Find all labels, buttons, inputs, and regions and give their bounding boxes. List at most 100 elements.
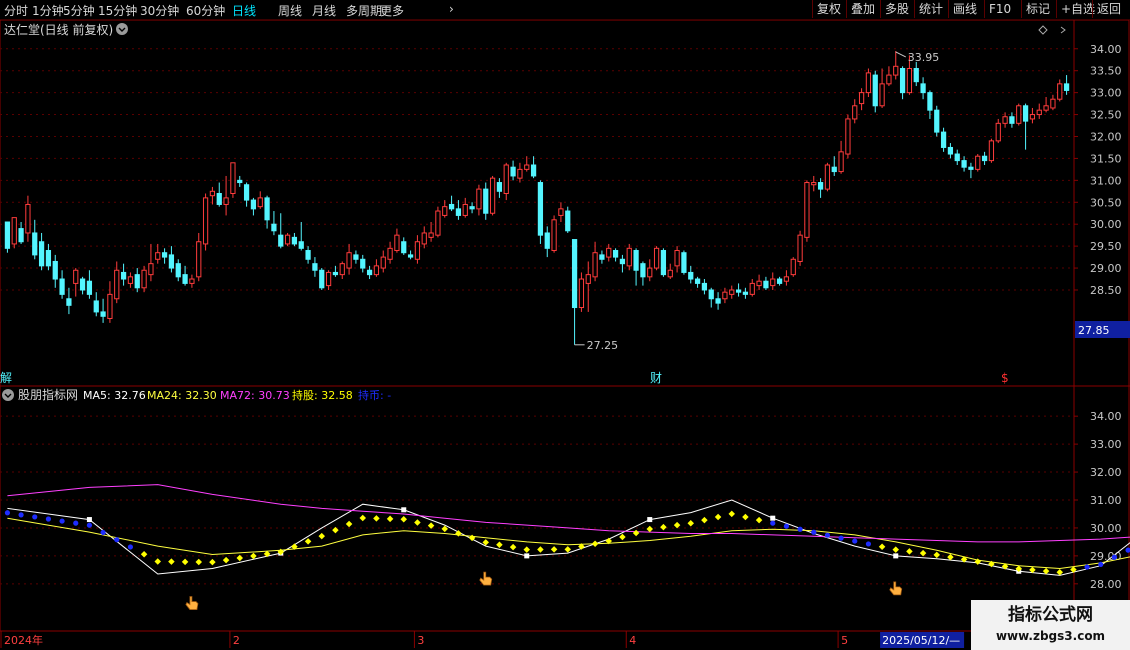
toolbar-tab-4[interactable]: 30分钟 [140,2,179,19]
toolbar-tab-6[interactable]: 日线 [232,2,256,19]
candle [134,274,140,289]
candle [524,164,530,170]
candle [312,263,318,271]
candle [387,247,393,260]
ind-y-tick-label: 32.00 [1090,466,1122,479]
series-line-ma72 [7,484,1130,543]
candle [223,197,229,205]
coin-dot [127,544,134,550]
coin-dot [4,510,11,516]
candle [906,68,913,94]
toolbar-button-3[interactable]: 统计 [914,0,947,18]
coin-dot [852,538,858,544]
candle [592,252,598,278]
ind-y-tick-label: 34.00 [1090,410,1122,423]
hand-shape [479,571,493,586]
toolbar-tab-5[interactable]: 60分钟 [186,2,225,19]
candle [947,146,954,155]
candle [401,241,407,254]
candle [763,280,769,289]
toolbar: 分时 1分钟 5分钟 15分钟 30分钟 60分钟 日线 周线 月线 多周期 更多 › 复权 叠加 多股 统计… [0,0,1130,20]
ind-y-tick-label: 30.00 [1090,522,1122,535]
candle [913,68,919,83]
candle [11,217,17,245]
toolbar-button-5[interactable]: F10 [984,0,1015,18]
candle [1043,105,1049,111]
candle [271,223,277,232]
candle [107,293,113,319]
toolbar-button-0[interactable]: 复权 [812,0,845,18]
hold-dot [564,546,572,553]
toolbar-tab-1[interactable]: 1分钟 [32,2,64,19]
toolbar-tab-9[interactable]: 多周期 [346,2,382,19]
candle [606,247,612,258]
ma5-node [524,553,530,559]
toolbar-tab-2[interactable]: 5分钟 [63,2,95,19]
hold-dot [550,546,558,553]
candle [45,250,52,267]
candle [100,311,106,317]
x-axis-label: 2024年 [4,633,43,647]
coin-dot [59,518,65,524]
hold-dot [181,558,189,566]
coin-dot [838,535,844,541]
toolbar-tab-8[interactable]: 月线 [312,2,336,19]
toolbar-tab-3[interactable]: 15分钟 [98,2,137,19]
toolbar-button-2[interactable]: 多股 [880,0,913,18]
candle [298,241,304,249]
toolbar-button-1[interactable]: 叠加 [846,0,879,18]
candle [202,197,209,245]
candle [961,160,967,168]
candle [858,92,865,105]
candle [510,166,516,177]
main-y-tick-label: 30.50 [1090,196,1122,209]
candle [838,151,844,173]
candle [127,276,134,284]
main-y-tick-label: 34.00 [1090,43,1122,56]
ind-y-tick-label: 28.00 [1090,578,1122,591]
x-axis-label: 3 [417,634,424,647]
toolbar-button-8[interactable]: 返回 [1092,0,1125,18]
candle [619,258,626,265]
candle [537,182,544,236]
candle [155,252,161,260]
hand-pointer-icon [479,571,493,586]
candle [872,74,878,107]
candle [729,289,735,295]
candle [414,241,421,260]
candle [196,241,202,278]
hold-dot [892,546,900,553]
ma5-node [893,553,899,559]
toolbar-button-6[interactable]: 标记 [1021,0,1054,18]
candle [79,278,86,291]
hold-dot [414,519,421,526]
coin-dot [86,522,93,528]
hold-dot [140,550,148,558]
hold-dot [714,513,722,521]
candle [1029,114,1036,120]
candle [462,203,468,216]
hold-dot [386,515,394,523]
hold-dot [591,540,599,548]
toolbar-tab-0[interactable]: 分时 [4,2,28,19]
coin-dot [114,537,120,543]
candle [93,300,99,313]
hold-dot [755,516,763,524]
chevron-right-icon[interactable]: › [449,2,454,16]
toolbar-button-4[interactable]: 画线 [948,0,981,18]
candle [742,291,749,295]
candle [435,210,441,236]
candle [332,271,339,276]
candle [660,250,667,276]
x-axis-label: 4 [629,634,636,647]
candle [708,289,714,300]
coin-dot [73,520,79,526]
candle [1016,105,1022,124]
hold-dot [236,554,244,562]
toolbar-tab-10[interactable]: 更多 [380,2,404,19]
hand-pointer-icon [185,596,199,610]
candle [380,256,386,269]
candle [469,206,475,210]
toolbar-tab-7[interactable]: 周线 [278,2,302,19]
candle [1036,109,1042,116]
